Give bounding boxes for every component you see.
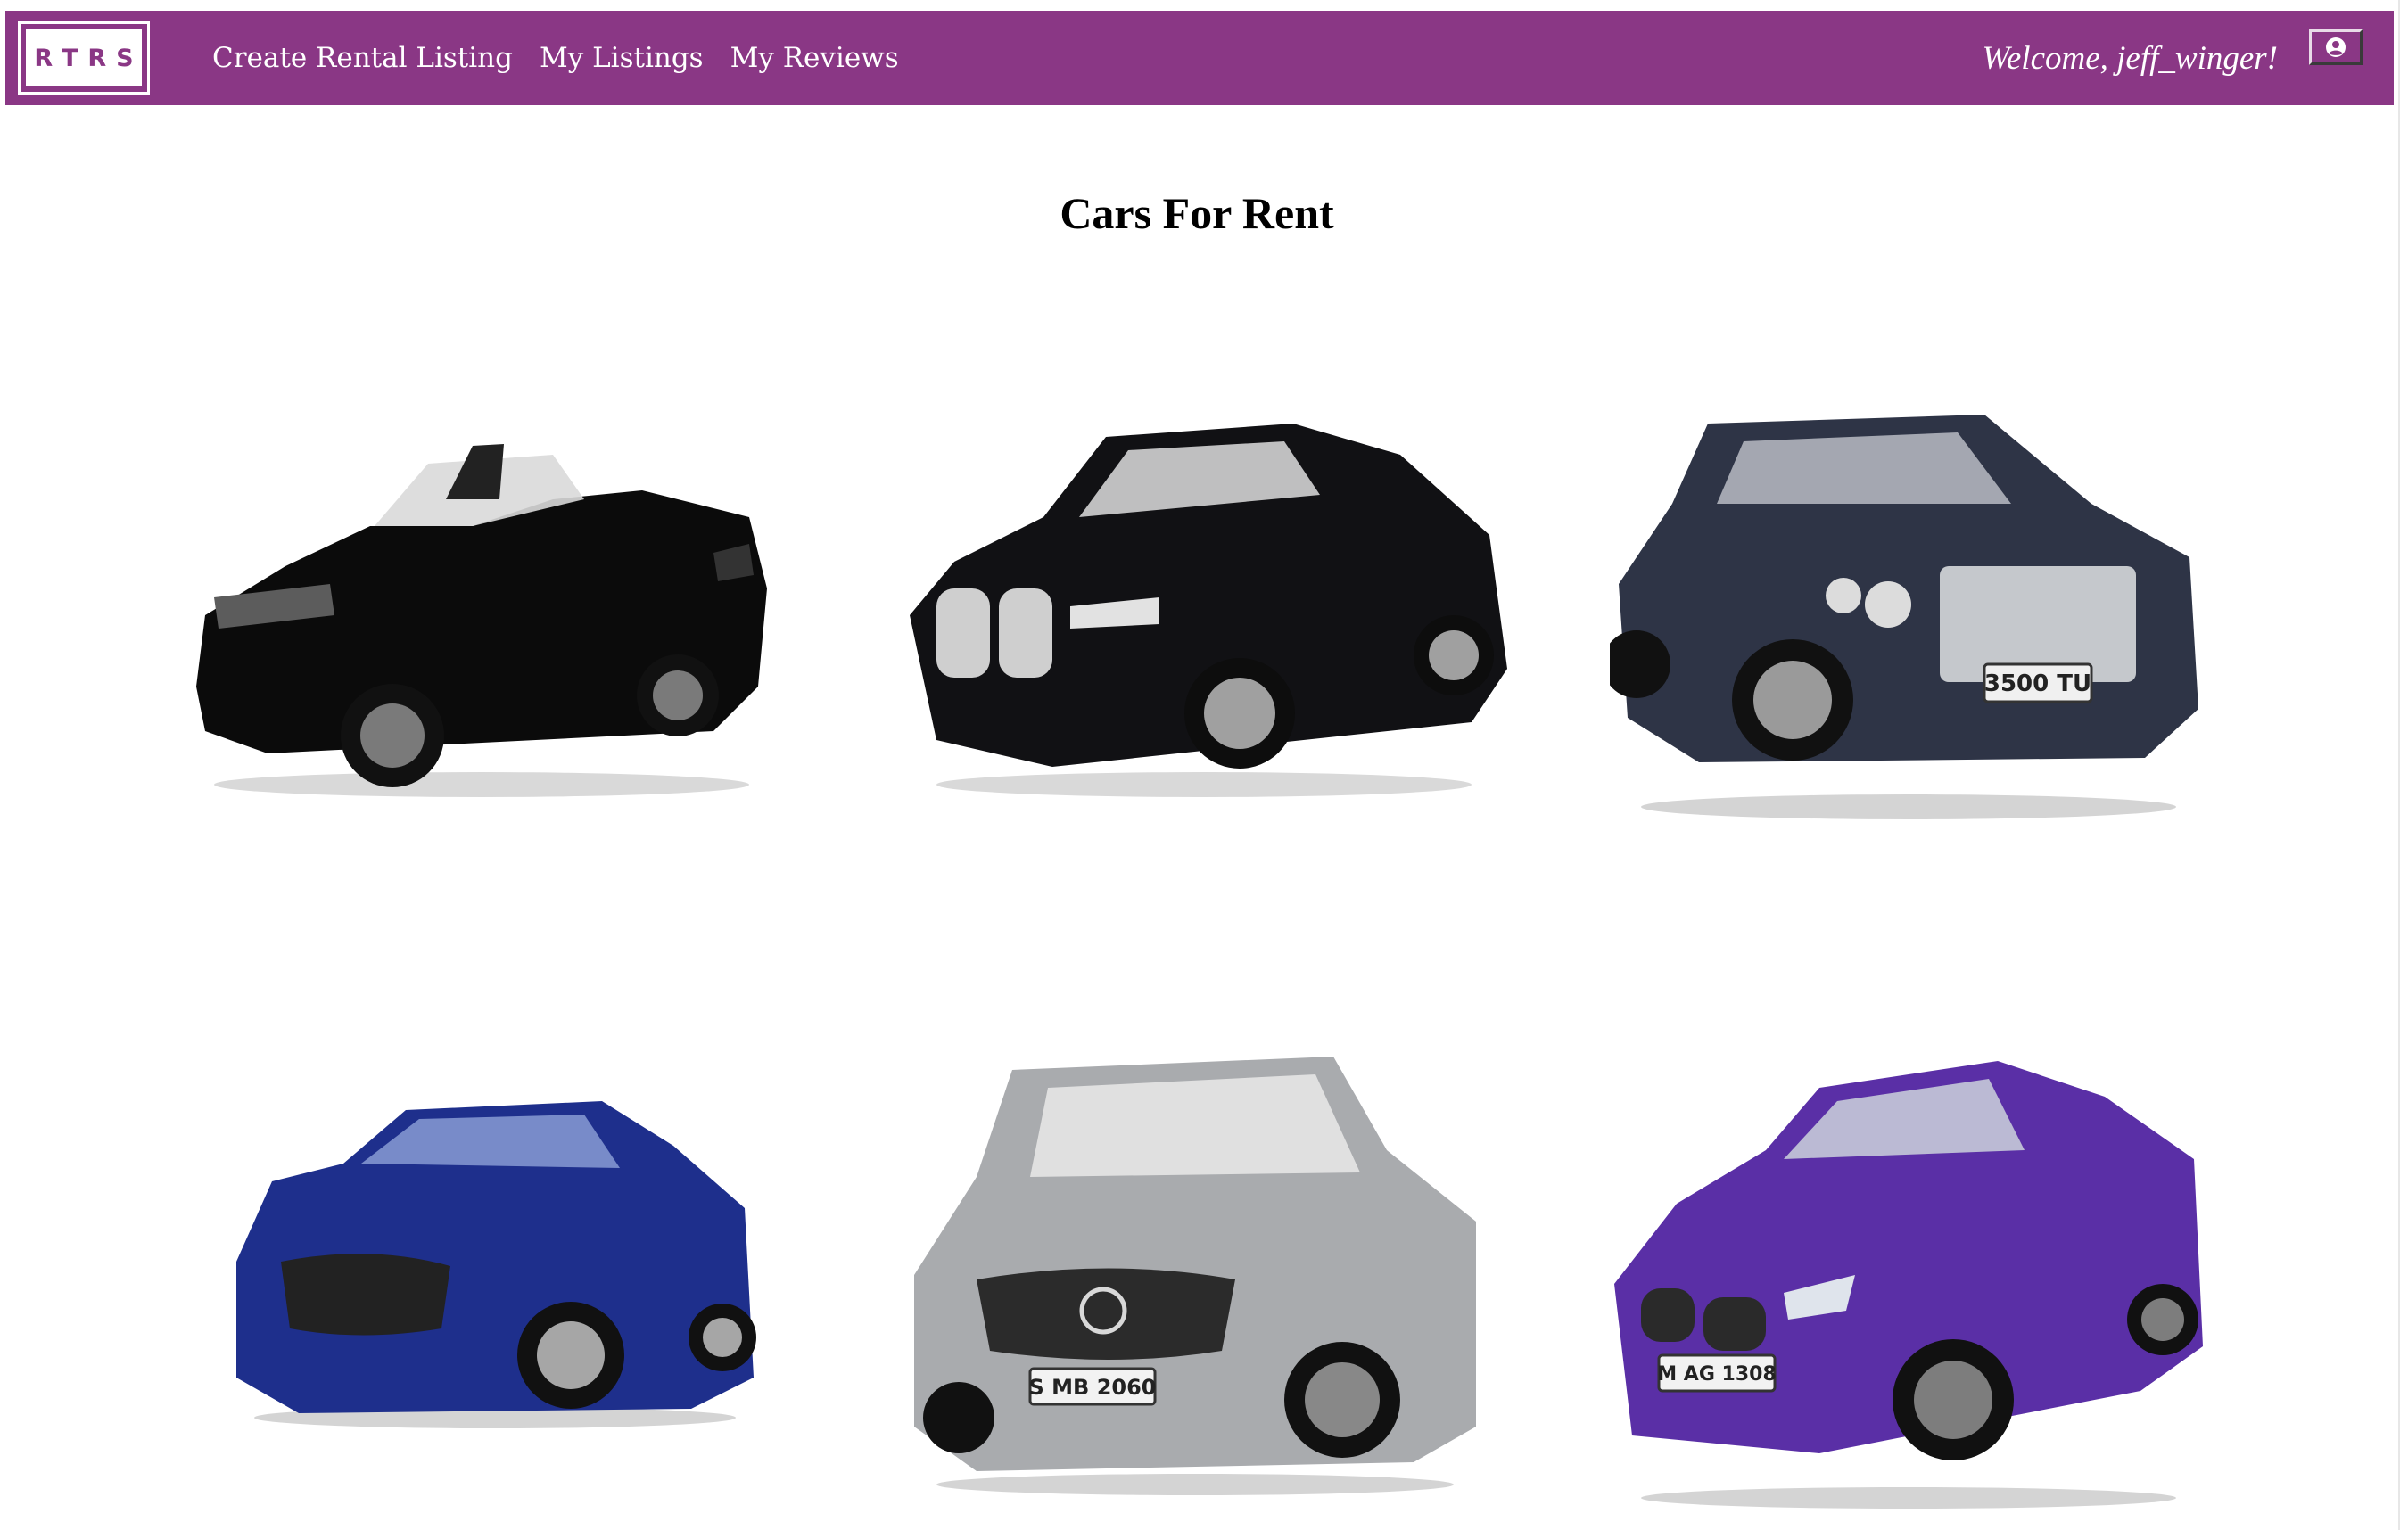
car-card-3[interactable]: 3500 TU: [1610, 406, 2207, 825]
page-scrollbar-edge: [2398, 0, 2400, 1530]
page: RTRS Create Rental Listing My Listings M…: [0, 0, 2408, 1530]
nav-link-my-reviews[interactable]: My Reviews: [730, 42, 899, 74]
license-plate: 3500 TU: [1984, 670, 2091, 697]
car-image-sedan-blue: [236, 1101, 756, 1428]
welcome-message: Welcome, jeff_winger!: [1982, 39, 2278, 77]
nav-link-create-rental-listing[interactable]: Create Rental Listing: [212, 42, 513, 74]
car-image-luxury-sedan: 3500 TU: [1610, 415, 2198, 819]
car-image-coupe: M AG 1308: [1614, 1061, 2203, 1509]
car-image-sedan-black: [910, 424, 1507, 797]
profile-button[interactable]: [2309, 29, 2363, 65]
car-image-sedan-silver: S MB 2060: [914, 1057, 1476, 1495]
logo[interactable]: RTRS: [18, 21, 150, 95]
user-circle-icon: [2326, 37, 2346, 57]
car-card-4[interactable]: [227, 1092, 763, 1435]
navbar: RTRS Create Rental Listing My Listings M…: [5, 11, 2394, 105]
car-card-2[interactable]: [901, 410, 1507, 802]
logo-text: RTRS: [34, 44, 144, 72]
license-plate: S MB 2060: [1029, 1375, 1157, 1400]
car-card-6[interactable]: M AG 1308: [1605, 1052, 2212, 1516]
license-plate: M AG 1308: [1657, 1363, 1777, 1386]
nav-links: Create Rental Listing My Listings My Rev…: [212, 11, 899, 105]
car-card-1[interactable]: [178, 392, 785, 802]
nav-link-my-listings[interactable]: My Listings: [540, 42, 704, 74]
car-card-5[interactable]: S MB 2060: [905, 1043, 1485, 1502]
logo-box: RTRS: [26, 29, 142, 86]
page-title: Cars For Rent: [1060, 188, 1334, 238]
car-image-convertible: [196, 444, 767, 797]
